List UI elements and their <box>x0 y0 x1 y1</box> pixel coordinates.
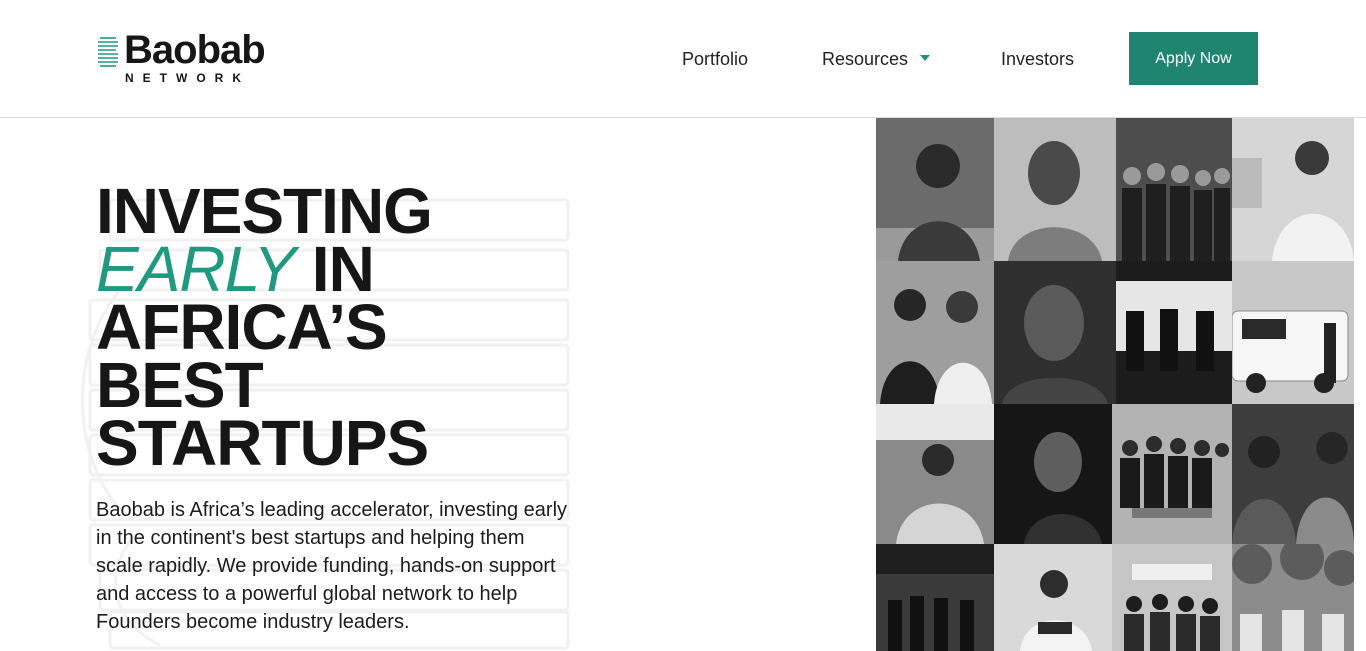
group-photo-image <box>1112 404 1232 544</box>
speaker-photo-image <box>1232 118 1354 261</box>
panel-stage-image <box>1116 261 1232 404</box>
chevron-down-icon <box>920 55 931 62</box>
founder-photo-image <box>876 118 994 261</box>
conference-image <box>876 544 994 651</box>
photo-tile <box>994 544 1112 651</box>
photo-tile <box>994 404 1112 544</box>
nav-resources-label: Resources <box>822 49 909 69</box>
founder-portrait-image <box>994 404 1112 544</box>
terminal-founders-image <box>876 261 994 404</box>
photo-tile <box>1112 404 1232 544</box>
kawu-event-image <box>994 544 1112 651</box>
founder-photo-image <box>994 118 1116 261</box>
founder-photo-grid <box>876 118 1354 651</box>
photo-tile <box>1232 261 1354 404</box>
logo-subtitle: NETWORK <box>125 71 250 85</box>
headline-line-5: STARTUPS <box>96 407 429 479</box>
nav-investors-link[interactable]: Investors <box>1001 49 1074 69</box>
headline-line-2: EARLY IN <box>96 237 432 301</box>
photo-tile <box>994 261 1116 404</box>
headline-line-3: AFRICA’S <box>96 291 388 363</box>
nav-portfolio-link[interactable]: Portfolio <box>682 49 748 69</box>
two-founders-image <box>1232 404 1354 544</box>
photo-tile <box>876 118 994 261</box>
photo-tile <box>1112 544 1232 651</box>
founder-photo-image <box>994 261 1116 404</box>
photo-tile <box>1232 404 1354 544</box>
medikal-clinic-image <box>1112 544 1232 651</box>
photo-tile <box>876 261 994 404</box>
apply-now-button[interactable]: Apply Now <box>1129 32 1258 85</box>
headline-line-4: BEST <box>96 349 264 421</box>
outdoor-team-image <box>1232 544 1354 651</box>
hero-headline: INVESTING EARLY IN AFRICA’S BEST STARTUP… <box>96 175 433 479</box>
site-header: Baobab NETWORK Portfolio Resources Inves… <box>0 0 1366 118</box>
photo-tile <box>1116 118 1232 261</box>
photo-tile <box>876 404 994 544</box>
hero-intro-paragraph: Baobab is Africa’s leading accelerator, … <box>96 499 568 633</box>
page-edge-gutter <box>1354 118 1366 651</box>
baobab-logo[interactable]: Baobab NETWORK <box>96 30 296 86</box>
colis-van-image <box>1232 261 1354 404</box>
nav-resources-dropdown[interactable]: Resources <box>822 49 931 69</box>
baobab-mark-icon <box>98 37 118 67</box>
photo-tile <box>876 544 994 651</box>
photo-tile <box>1232 544 1354 651</box>
business-talk-image <box>876 404 994 544</box>
photo-tile <box>1116 261 1232 404</box>
logo-wordmark: Baobab <box>124 28 266 72</box>
headline-line-1: INVESTING <box>96 175 433 247</box>
photo-tile <box>994 118 1116 261</box>
photo-tile <box>1232 118 1354 261</box>
team-photo-image <box>1116 118 1232 261</box>
